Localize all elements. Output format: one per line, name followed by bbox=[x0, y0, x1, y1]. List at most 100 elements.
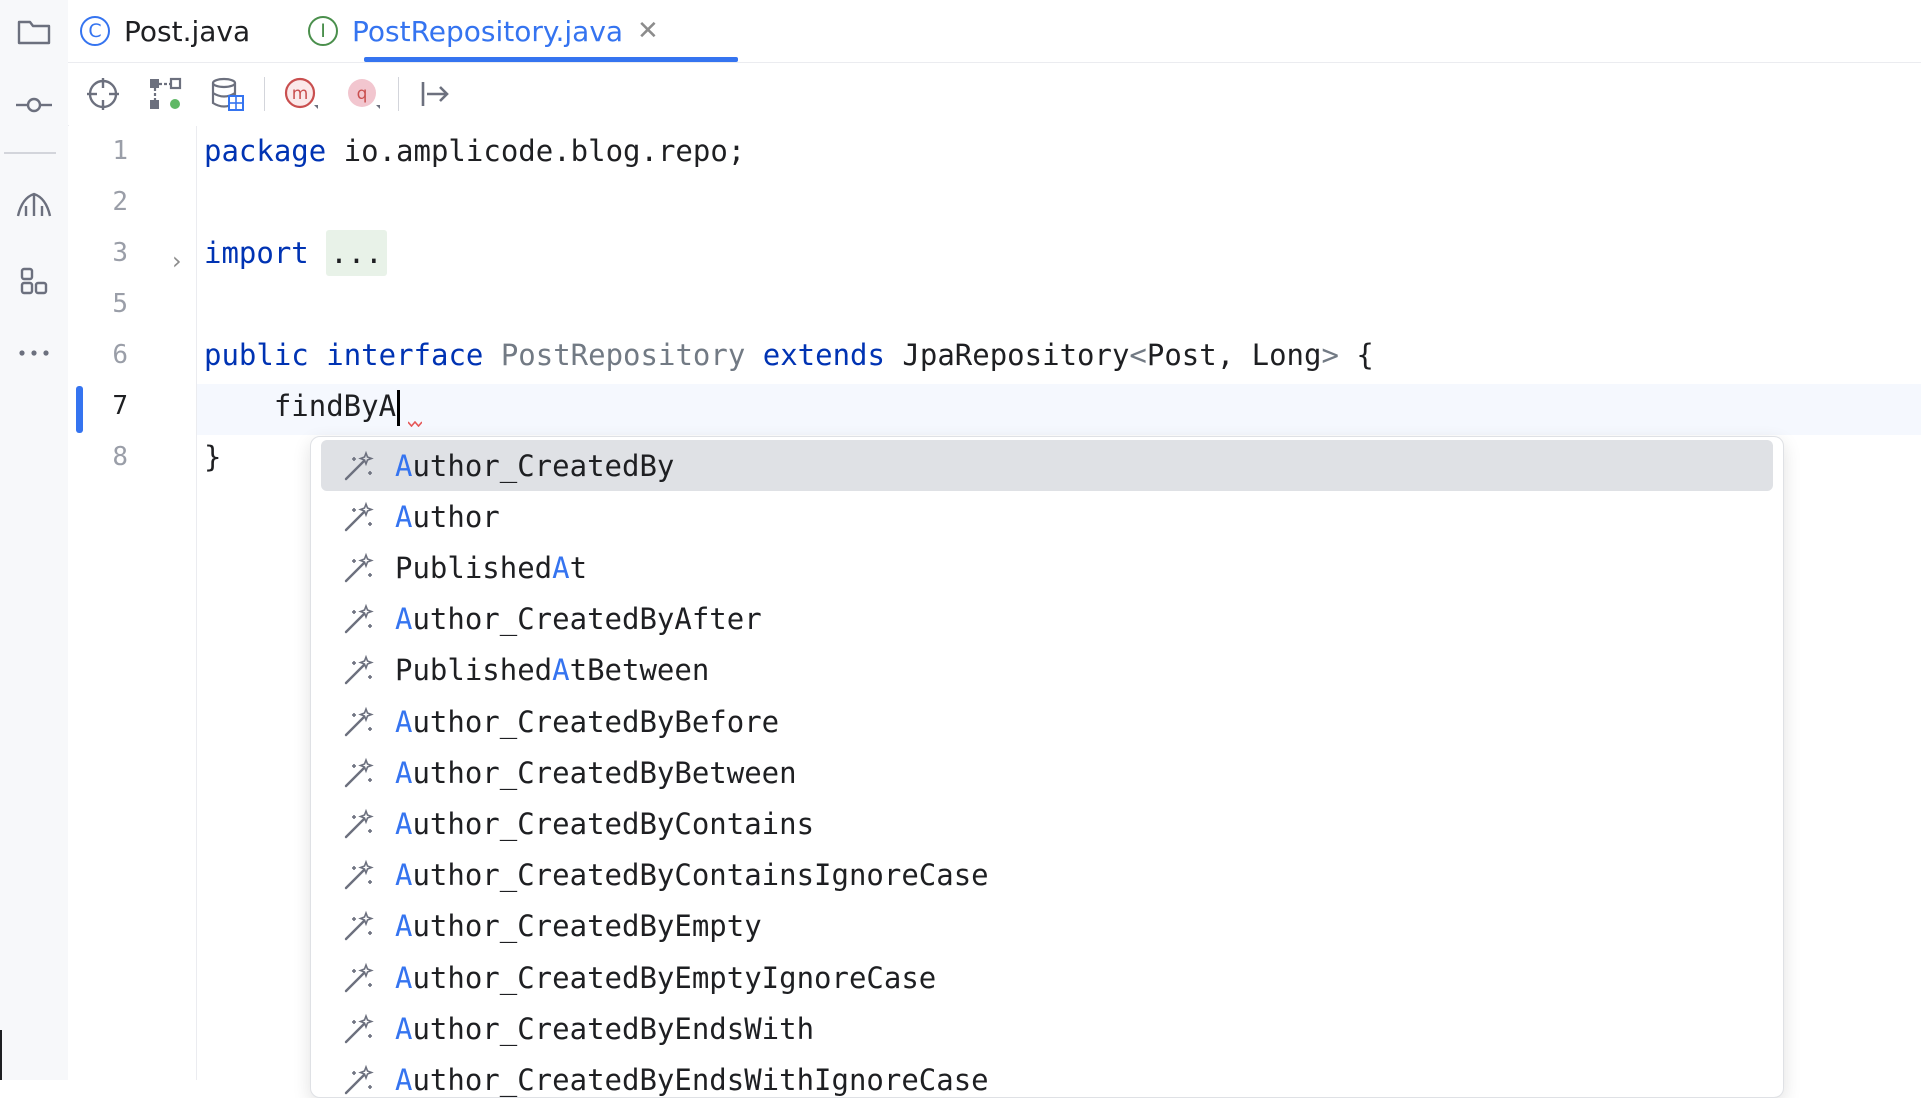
completion-item[interactable]: Author_CreatedByBetween bbox=[321, 747, 1773, 798]
completion-item[interactable]: Author_CreatedByEmpty bbox=[321, 901, 1773, 952]
magic-wand-icon bbox=[339, 804, 379, 844]
completion-label: Author_CreatedBy bbox=[395, 449, 674, 483]
completion-item[interactable]: Author_CreatedByEndsWith bbox=[321, 1003, 1773, 1054]
keyword: import bbox=[204, 236, 309, 270]
completion-prefix: Published bbox=[395, 653, 553, 688]
type-name: JpaRepository bbox=[884, 338, 1130, 372]
completion-suffix: uthor_CreatedByBefore bbox=[412, 704, 780, 739]
tab-label: Post.java bbox=[124, 14, 251, 48]
generic-bracket: > bbox=[1321, 338, 1339, 372]
line-number: 6 bbox=[112, 340, 128, 370]
brace: } bbox=[204, 440, 222, 474]
magic-wand-icon bbox=[339, 599, 379, 639]
completion-match: A bbox=[395, 499, 413, 534]
completion-item[interactable]: PublishedAt bbox=[321, 542, 1773, 593]
code-line-1: package io.amplicode.blog.repo; bbox=[204, 126, 745, 177]
magic-wand-icon bbox=[339, 650, 379, 690]
query-icon[interactable]: q bbox=[340, 71, 386, 117]
completion-item[interactable]: PublishedAtBetween bbox=[321, 645, 1773, 696]
completion-label: Author_CreatedByBetween bbox=[395, 756, 797, 790]
type-args: Post, Long bbox=[1146, 338, 1322, 372]
toolbar-separator bbox=[264, 77, 265, 111]
completion-item[interactable]: Author_CreatedByAfter bbox=[321, 594, 1773, 645]
left-strip-separator bbox=[4, 152, 56, 154]
line-number: 2 bbox=[112, 187, 128, 217]
folder-icon[interactable] bbox=[0, 6, 68, 56]
line-number: 1 bbox=[112, 136, 128, 166]
completion-label: Author_CreatedByEmpty bbox=[395, 909, 762, 943]
editor-toolbar: m q bbox=[68, 63, 1921, 125]
magic-wand-icon bbox=[339, 702, 379, 742]
completion-item[interactable]: Author_CreatedByContains bbox=[321, 798, 1773, 849]
crosshair-icon[interactable] bbox=[80, 71, 126, 117]
magic-wand-icon bbox=[339, 446, 379, 486]
completion-item[interactable]: Author_CreatedBy bbox=[321, 440, 1773, 491]
keyword: interface bbox=[326, 338, 484, 372]
completion-suffix: tBetween bbox=[569, 653, 710, 688]
more-icon[interactable] bbox=[0, 328, 68, 378]
completion-match: A bbox=[395, 960, 413, 995]
interface-name: PostRepository bbox=[500, 338, 746, 372]
completion-suffix: uthor_CreatedByContains bbox=[412, 806, 815, 841]
completion-suffix: uthor_CreatedByEndsWith bbox=[412, 1011, 815, 1046]
svg-text:m: m bbox=[292, 84, 309, 104]
code-line-7: findByA bbox=[204, 381, 401, 432]
completion-suffix: uthor bbox=[412, 499, 500, 534]
line-number: 3 bbox=[112, 238, 128, 268]
structure-icon[interactable] bbox=[142, 71, 188, 117]
completion-suffix: uthor_CreatedByEmptyIgnoreCase bbox=[412, 960, 937, 995]
magic-wand-icon bbox=[339, 497, 379, 537]
completion-item[interactable]: Author_CreatedByEmptyIgnoreCase bbox=[321, 952, 1773, 1003]
completion-label: PublishedAt bbox=[395, 551, 587, 585]
tab-label: PostRepository.java bbox=[352, 14, 624, 48]
code-line-6: public interface PostRepository extends … bbox=[204, 330, 1374, 381]
typed-text: findByA bbox=[204, 389, 397, 423]
completion-item[interactable]: Author_CreatedByEndsWithIgnoreCase bbox=[321, 1054, 1773, 1097]
completion-item[interactable]: Author_CreatedByContainsIgnoreCase bbox=[321, 850, 1773, 901]
learn-icon[interactable] bbox=[0, 180, 68, 230]
editor-tab-bar: C Post.java I PostRepository.java ✕ bbox=[68, 0, 1921, 63]
completion-suffix: uthor_CreatedByAfter bbox=[412, 602, 762, 637]
completion-item[interactable]: Author_CreatedByBefore bbox=[321, 696, 1773, 747]
magic-wand-icon bbox=[339, 855, 379, 895]
generic-bracket: < bbox=[1129, 338, 1147, 372]
code-line-3: import ... bbox=[204, 228, 387, 279]
plugins-icon[interactable] bbox=[0, 256, 68, 306]
completion-suffix: uthor_CreatedByBetween bbox=[412, 755, 797, 790]
keyword: package bbox=[204, 134, 327, 168]
tab-postrepository-java[interactable]: I PostRepository.java ✕ bbox=[308, 0, 659, 62]
completion-suffix: uthor_CreatedBy bbox=[412, 448, 675, 483]
chevron-right-icon[interactable]: › bbox=[172, 247, 182, 275]
tab-post-java[interactable]: C Post.java bbox=[80, 0, 250, 62]
current-line-marker bbox=[76, 386, 83, 433]
completion-prefix: Published bbox=[395, 550, 553, 585]
completion-match: A bbox=[395, 448, 413, 483]
interface-icon: I bbox=[308, 16, 338, 46]
database-icon[interactable] bbox=[204, 71, 250, 117]
method-icon[interactable]: m bbox=[278, 71, 324, 117]
completion-label: Author_CreatedByContainsIgnoreCase bbox=[395, 858, 989, 892]
completion-label: Author bbox=[395, 500, 500, 534]
completion-match: A bbox=[395, 1011, 413, 1046]
package-name: io.amplicode.blog.repo; bbox=[326, 134, 746, 168]
completion-match: A bbox=[552, 550, 570, 585]
window-edge bbox=[0, 1030, 2, 1080]
completion-suffix: uthor_CreatedByEmpty bbox=[412, 909, 762, 944]
completion-match: A bbox=[395, 806, 413, 841]
completion-match: A bbox=[395, 858, 413, 893]
toolbar-separator bbox=[398, 77, 399, 111]
line-number: 8 bbox=[112, 442, 128, 472]
code-completion-popup[interactable]: Author_CreatedBy Author PublishedAt Author_… bbox=[310, 436, 1784, 1098]
completion-match: A bbox=[395, 704, 413, 739]
svg-text:q: q bbox=[357, 84, 368, 104]
folded-imports[interactable]: ... bbox=[326, 230, 387, 276]
error-squiggle bbox=[407, 420, 423, 428]
completion-label: PublishedAtBetween bbox=[395, 653, 709, 687]
commit-icon[interactable] bbox=[0, 80, 68, 130]
brace: { bbox=[1338, 338, 1374, 372]
goto-icon[interactable] bbox=[412, 71, 458, 117]
completion-label: Author_CreatedByAfter bbox=[395, 602, 762, 636]
completion-item[interactable]: Author bbox=[321, 491, 1773, 542]
completion-suffix: uthor_CreatedByContainsIgnoreCase bbox=[412, 858, 989, 893]
close-icon[interactable]: ✕ bbox=[637, 16, 659, 46]
